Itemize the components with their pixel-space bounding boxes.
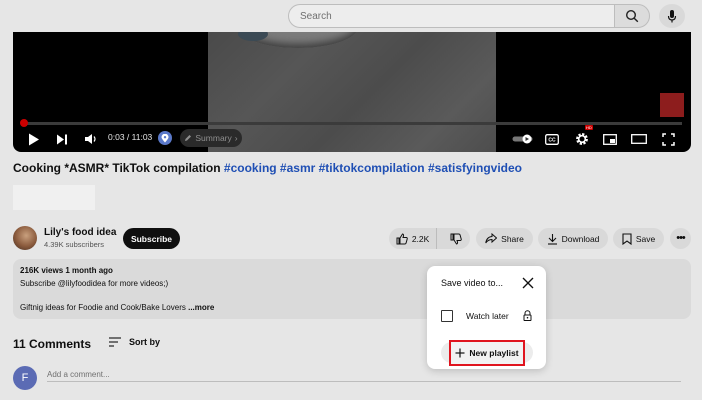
lock-icon	[523, 310, 532, 321]
channel-watermark[interactable]	[660, 93, 684, 117]
chapter-button[interactable]: Summary ›	[180, 129, 242, 147]
fullscreen-icon	[661, 132, 675, 146]
comment-input[interactable]	[47, 368, 681, 382]
more-actions-button[interactable]: •••	[670, 228, 691, 249]
watch-later-checkbox[interactable]	[441, 310, 453, 322]
sort-by-label: Sort by	[129, 337, 161, 347]
video-player[interactable]: 0:03 / 11:03 Summary › CC HD	[13, 32, 691, 152]
gear-icon	[576, 133, 588, 145]
show-more-link[interactable]: ...more	[188, 303, 214, 312]
play-button[interactable]	[25, 128, 43, 150]
close-icon	[522, 277, 534, 289]
user-avatar: F	[13, 366, 37, 390]
save-label: Save	[635, 233, 656, 244]
time-display: 0:03 / 11:03	[108, 132, 153, 142]
player-controls: 0:03 / 11:03 Summary › CC HD	[13, 125, 691, 150]
autoplay-toggle-icon	[512, 134, 533, 144]
chapter-label: Summary	[195, 133, 232, 143]
search-box[interactable]	[288, 4, 614, 28]
svg-text:CC: CC	[548, 137, 556, 143]
description-box[interactable]: 216K views 1 month ago Subscribe @lilyfo…	[13, 259, 691, 319]
search-button[interactable]	[614, 4, 650, 28]
top-bar	[0, 0, 702, 32]
search-input[interactable]	[289, 5, 614, 27]
save-button[interactable]: Save	[613, 228, 664, 249]
autoplay-toggle[interactable]	[511, 128, 535, 150]
video-title: Cooking *ASMR* TikTok compilation #cooki…	[13, 161, 522, 175]
sort-icon	[109, 337, 121, 347]
voice-search-button[interactable]	[659, 4, 685, 28]
settings-button[interactable]: HD	[573, 125, 593, 150]
description-line-2: Giftnig ideas for Foodie and Cook/Bake L…	[20, 303, 214, 312]
captions-button[interactable]: CC	[543, 128, 561, 150]
sort-by-button[interactable]: Sort by	[109, 337, 160, 347]
search-icon	[625, 9, 639, 23]
save-to-playlist-dialog: Save video to... Watch later New playlis…	[427, 266, 546, 369]
thumb-up-icon	[396, 232, 408, 244]
bookmark-icon	[622, 232, 632, 245]
description-line-1: Subscribe @lilyfoodidea for more videos;…	[20, 279, 169, 288]
location-marker[interactable]	[158, 131, 172, 145]
video-hashtags[interactable]: #cooking #asmr #tiktokcompilation #satis…	[224, 161, 522, 175]
like-count: 2.2K	[411, 233, 430, 244]
more-horizontal-icon: •••	[676, 232, 686, 244]
download-button[interactable]: Download	[538, 228, 608, 249]
download-label: Download	[561, 233, 600, 244]
new-playlist-label: New playlist	[469, 348, 519, 358]
share-button[interactable]: Share	[476, 228, 533, 249]
plus-icon	[455, 348, 465, 358]
view-count-date: 216K views 1 month ago	[20, 266, 113, 275]
pencil-icon	[185, 135, 192, 141]
dislike-button[interactable]	[441, 228, 470, 249]
theater-button[interactable]	[629, 128, 649, 150]
fullscreen-button[interactable]	[659, 128, 677, 150]
like-dislike-group: 2.2K	[389, 228, 470, 249]
subscribe-button[interactable]: Subscribe	[123, 228, 180, 249]
location-pin-icon	[161, 133, 169, 142]
dialog-title: Save video to...	[441, 278, 504, 288]
channel-subscribers: 4.39K subscribers	[44, 240, 105, 249]
share-icon	[485, 233, 498, 244]
volume-button[interactable]	[81, 128, 101, 150]
download-icon	[547, 233, 557, 245]
theater-icon	[631, 134, 647, 144]
watch-later-option[interactable]: Watch later	[441, 308, 537, 324]
next-button[interactable]	[53, 128, 71, 150]
play-icon	[29, 133, 39, 145]
like-button[interactable]: 2.2K	[389, 228, 438, 249]
progress-bar[interactable]	[22, 122, 682, 125]
miniplayer-button[interactable]	[601, 128, 619, 150]
progress-handle[interactable]	[20, 119, 28, 127]
close-dialog-button[interactable]	[520, 275, 536, 291]
channel-avatar[interactable]	[13, 226, 37, 250]
share-label: Share	[501, 233, 524, 244]
next-icon	[57, 134, 67, 144]
miniplayer-icon	[603, 133, 617, 145]
volume-icon	[85, 134, 96, 144]
new-playlist-button[interactable]: New playlist	[449, 340, 525, 366]
captions-icon: CC	[545, 133, 559, 145]
thumb-down-icon	[450, 233, 462, 245]
loading-placeholder	[13, 185, 95, 210]
hd-badge: HD	[585, 125, 593, 130]
chevron-right-icon: ›	[234, 133, 238, 143]
description-line-2-text: Giftnig ideas for Foodie and Cook/Bake L…	[20, 303, 186, 312]
comments-count: 11 Comments	[13, 337, 92, 351]
watch-later-label: Watch later	[466, 311, 509, 321]
mic-icon	[667, 10, 677, 23]
channel-name[interactable]: Lily's food idea	[44, 227, 116, 238]
video-title-text: Cooking *ASMR* TikTok compilation	[13, 161, 221, 175]
